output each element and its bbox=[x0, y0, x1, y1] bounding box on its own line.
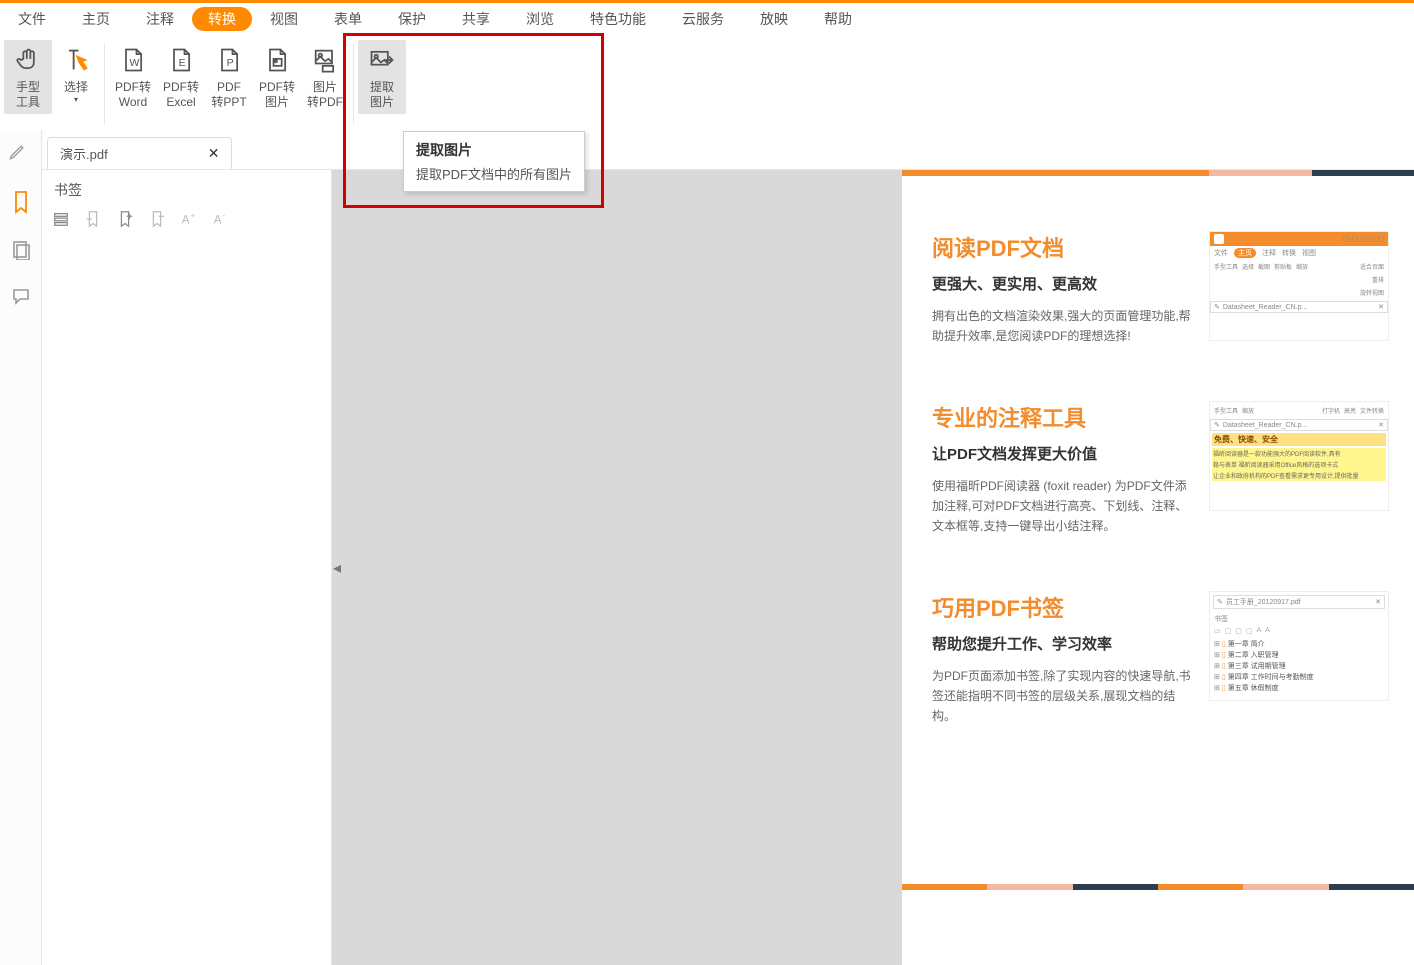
svg-text:E: E bbox=[179, 57, 186, 69]
document-tab[interactable]: 演示.pdf ✕ bbox=[47, 137, 232, 169]
section1-title: 阅读PDF文档 bbox=[932, 231, 1194, 263]
bookmark-prev-icon[interactable] bbox=[84, 210, 102, 228]
bookmark-toolbar: A+ A- bbox=[42, 206, 331, 232]
expand-icon[interactable] bbox=[52, 210, 70, 228]
image-icon bbox=[263, 46, 291, 74]
pdf-to-image-button[interactable]: PDF转 图片 bbox=[253, 40, 301, 114]
menu-help[interactable]: 帮助 bbox=[806, 3, 870, 35]
pdf-to-word-button[interactable]: W PDF转 Word bbox=[109, 40, 157, 114]
hand-tool-button[interactable]: 手型 工具 bbox=[4, 40, 52, 114]
menu-annotate[interactable]: 注释 bbox=[128, 3, 192, 35]
pdf-to-ppt-button[interactable]: P PDF 转PPT bbox=[205, 40, 253, 114]
font-decrease-icon[interactable]: A- bbox=[212, 210, 230, 228]
menu-cloud[interactable]: 云服务 bbox=[664, 3, 742, 35]
image-pdf-icon bbox=[311, 46, 339, 74]
bookmark-panel: 书签 A+ A- bbox=[42, 170, 332, 965]
svg-text:A: A bbox=[182, 214, 190, 227]
menu-convert[interactable]: 转换 bbox=[192, 7, 252, 31]
page-section-2: 专业的注释工具 让PDF文档发挥更大价值 使用福昕PDF阅读器 (foxit r… bbox=[902, 346, 1414, 536]
section1-thumbnail: ▢▢▢▢▢ 文件主页注释转换视图 手型工具选择截图剪贴板缩放 适合页面 重排 旋… bbox=[1209, 231, 1389, 341]
document-tab-label: 演示.pdf bbox=[60, 144, 108, 163]
menu-slideshow[interactable]: 放映 bbox=[742, 3, 806, 35]
svg-text:P: P bbox=[227, 57, 234, 69]
menu-view[interactable]: 视图 bbox=[252, 3, 316, 35]
bookmark-tab-icon[interactable] bbox=[11, 190, 31, 214]
section3-title: 巧用PDF书签 bbox=[932, 591, 1194, 623]
pdf-page: 阅读PDF文档 更强大、更实用、更高效 拥有出色的文档渲染效果,强大的页面管理功… bbox=[902, 170, 1414, 965]
panel-collapse-handle[interactable]: ◂ bbox=[332, 550, 342, 586]
section1-subtitle: 更强大、更实用、更高效 bbox=[932, 273, 1194, 294]
menu-form[interactable]: 表单 bbox=[316, 3, 380, 35]
ppt-icon: P bbox=[215, 46, 243, 74]
svg-text:A: A bbox=[214, 214, 222, 227]
tooltip-description: 提取PDF文档中的所有图片 bbox=[416, 164, 572, 183]
document-tabs: 演示.pdf ✕ bbox=[42, 130, 1414, 170]
section1-body: 拥有出色的文档渲染效果,强大的页面管理功能,帮助提升效率,是您阅读PDF的理想选… bbox=[932, 306, 1194, 346]
menu-browse[interactable]: 浏览 bbox=[508, 3, 572, 35]
document-canvas[interactable]: ◂ 阅读PDF文档 更强大、更实用、更高效 拥有出色的文档渲染效果,强大的页面管… bbox=[332, 170, 1414, 965]
select-icon bbox=[62, 46, 90, 74]
image-to-pdf-button[interactable]: 图片 转PDF bbox=[301, 40, 349, 114]
word-icon: W bbox=[119, 46, 147, 74]
bookmark-add-icon[interactable] bbox=[116, 210, 134, 228]
ribbon-toolbar: 手型 工具 选择 ▾ W PDF转 Word E PDF转 Excel P PD… bbox=[0, 35, 1414, 130]
pdf-to-excel-button[interactable]: E PDF转 Excel bbox=[157, 40, 205, 114]
bookmark-panel-title: 书签 bbox=[42, 170, 331, 206]
menu-bar: 文件 主页 注释 转换 视图 表单 保护 共享 浏览 特色功能 云服务 放映 帮… bbox=[0, 0, 1414, 35]
bookmark-remove-icon[interactable] bbox=[148, 210, 166, 228]
svg-text:+: + bbox=[191, 211, 195, 220]
menu-protect[interactable]: 保护 bbox=[380, 3, 444, 35]
extract-image-button[interactable]: 提取 图片 bbox=[358, 40, 406, 114]
menu-file[interactable]: 文件 bbox=[0, 3, 64, 35]
page-section-3: 巧用PDF书签 帮助您提升工作、学习效率 为PDF页面添加书签,除了实现内容的快… bbox=[902, 536, 1414, 726]
font-increase-icon[interactable]: A+ bbox=[180, 210, 198, 228]
comments-tab-icon[interactable] bbox=[11, 286, 31, 306]
extract-image-icon bbox=[368, 46, 396, 74]
section2-thumbnail: 手型工具缩放打字机高亮文件转换 ✎Datasheet_Reader_CN.p..… bbox=[1209, 401, 1389, 511]
menu-home[interactable]: 主页 bbox=[64, 3, 128, 35]
svg-text:-: - bbox=[223, 211, 226, 220]
section2-title: 专业的注释工具 bbox=[932, 401, 1194, 433]
pencil-icon[interactable] bbox=[7, 142, 27, 162]
section3-thumbnail: ✎员工手册_20120917.pdf✕ 书签 ▭▢▢▢AA ⊞▯第一章 简介 ⊞… bbox=[1209, 591, 1389, 701]
close-tab-icon[interactable]: ✕ bbox=[208, 145, 220, 162]
hand-icon bbox=[14, 46, 42, 74]
svg-text:W: W bbox=[130, 57, 140, 69]
tooltip-title: 提取图片 bbox=[416, 140, 572, 160]
section3-subtitle: 帮助您提升工作、学习效率 bbox=[932, 633, 1194, 654]
select-tool-button[interactable]: 选择 ▾ bbox=[52, 40, 100, 108]
menu-share[interactable]: 共享 bbox=[444, 3, 508, 35]
section2-subtitle: 让PDF文档发挥更大价值 bbox=[932, 443, 1194, 464]
page-section-1: 阅读PDF文档 更强大、更实用、更高效 拥有出色的文档渲染效果,强大的页面管理功… bbox=[902, 176, 1414, 346]
menu-features[interactable]: 特色功能 bbox=[572, 3, 664, 35]
section3-body: 为PDF页面添加书签,除了实现内容的快速导航,书签还能指明不同书签的层级关系,展… bbox=[932, 666, 1194, 726]
pages-tab-icon[interactable] bbox=[11, 240, 31, 260]
extract-image-tooltip: 提取图片 提取PDF文档中的所有图片 bbox=[403, 131, 585, 192]
excel-icon: E bbox=[167, 46, 195, 74]
section2-body: 使用福昕PDF阅读器 (foxit reader) 为PDF文件添加注释,可对P… bbox=[932, 476, 1194, 536]
